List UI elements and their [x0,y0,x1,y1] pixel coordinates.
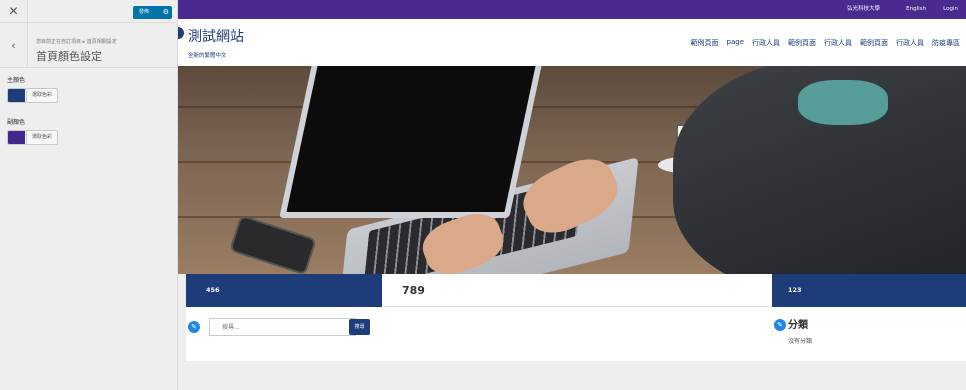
edit-pencil-icon[interactable]: ✎ [774,319,786,331]
middle-column: 789 [382,274,772,361]
site-tagline: 全新的繁體中文 [188,53,227,59]
search-widget: ✎ 搜尋 [186,307,382,361]
search-button[interactable]: 搜尋 [349,319,370,335]
categories-widget: ✎ 分類 沒有分類 [772,307,966,361]
categories-empty-text: 沒有分類 [788,338,813,345]
left-column: 456 ✎ 搜尋 [186,274,382,361]
right-column-title: 123 [788,286,802,294]
close-icon[interactable]: ✕ [0,0,28,23]
nav-item[interactable]: 防疫專區 [932,38,960,48]
laptop-screen-shape [279,66,543,218]
right-column: 123 ✎ 分類 沒有分類 [772,274,966,361]
site-preview: 弘光科技大學 English Login 測試網站 全新的繁體中文 範例頁面 p… [178,0,966,390]
middle-column-title: 789 [402,284,425,297]
secondary-color-swatch [8,131,25,144]
left-column-title: 456 [206,286,220,294]
section-title: 首頁顏色設定 [36,50,102,63]
categories-title: 分類 [788,320,808,331]
nav-item[interactable]: 範例頁面 [860,38,888,48]
publish-label: 發佈 [139,9,150,15]
nav-item[interactable]: page [727,38,744,48]
primary-color-picker[interactable]: 選取色彩 [7,88,58,103]
back-icon[interactable]: ‹ [0,23,28,68]
nav-item[interactable]: 行政人員 [752,38,780,48]
publish-button[interactable]: 發佈 ⚙ [133,6,172,19]
middle-column-header: 789 [382,274,772,307]
edit-pencil-icon[interactable]: ✎ [188,321,200,333]
primary-color-label: 主顏色 [7,77,26,84]
topbar-login-link[interactable]: Login [943,0,958,19]
site-header: 測試網站 全新的繁體中文 範例頁面 page 行政人員 範例頁面 行政人員 範例… [178,19,966,66]
secondary-color-button-label: 選取色彩 [26,131,57,144]
right-column-header: 123 [772,274,966,307]
secondary-color-label: 副顏色 [7,119,26,126]
search-input[interactable] [209,318,356,336]
section-header: ‹ 您目前正在自訂項目 ▸ 首頁相關設定 首頁顏色設定 [0,23,177,68]
customizer-header: ✕ 發佈 ⚙ [0,0,177,23]
collar-shape [798,80,888,125]
top-bar: 弘光科技大學 English Login [178,0,966,19]
middle-column-body [382,307,772,361]
primary-color-button-label: 選取色彩 [26,89,57,102]
main-nav: 範例頁面 page 行政人員 範例頁面 行政人員 範例頁面 行政人員 防疫專區 [691,38,960,48]
logo-icon [178,27,184,39]
gear-icon[interactable]: ⚙ [163,6,169,19]
breadcrumb: 您目前正在自訂項目 ▸ 首頁相關設定 [36,39,117,45]
nav-item[interactable]: 行政人員 [896,38,924,48]
topbar-org-link[interactable]: 弘光科技大學 [847,0,880,19]
secondary-color-picker[interactable]: 選取色彩 [7,130,58,145]
site-title[interactable]: 測試網站 [188,26,244,46]
customizer-panel: ✕ 發佈 ⚙ ‹ 您目前正在自訂項目 ▸ 首頁相關設定 首頁顏色設定 主顏色 選… [0,0,178,390]
left-column-header: 456 [186,274,382,307]
nav-item[interactable]: 範例頁面 [788,38,816,48]
hero-image [178,66,966,274]
nav-item[interactable]: 行政人員 [824,38,852,48]
primary-color-swatch [8,89,25,102]
topbar-english-link[interactable]: English [906,0,926,19]
nav-item[interactable]: 範例頁面 [691,38,719,48]
phone-shape [229,214,317,274]
